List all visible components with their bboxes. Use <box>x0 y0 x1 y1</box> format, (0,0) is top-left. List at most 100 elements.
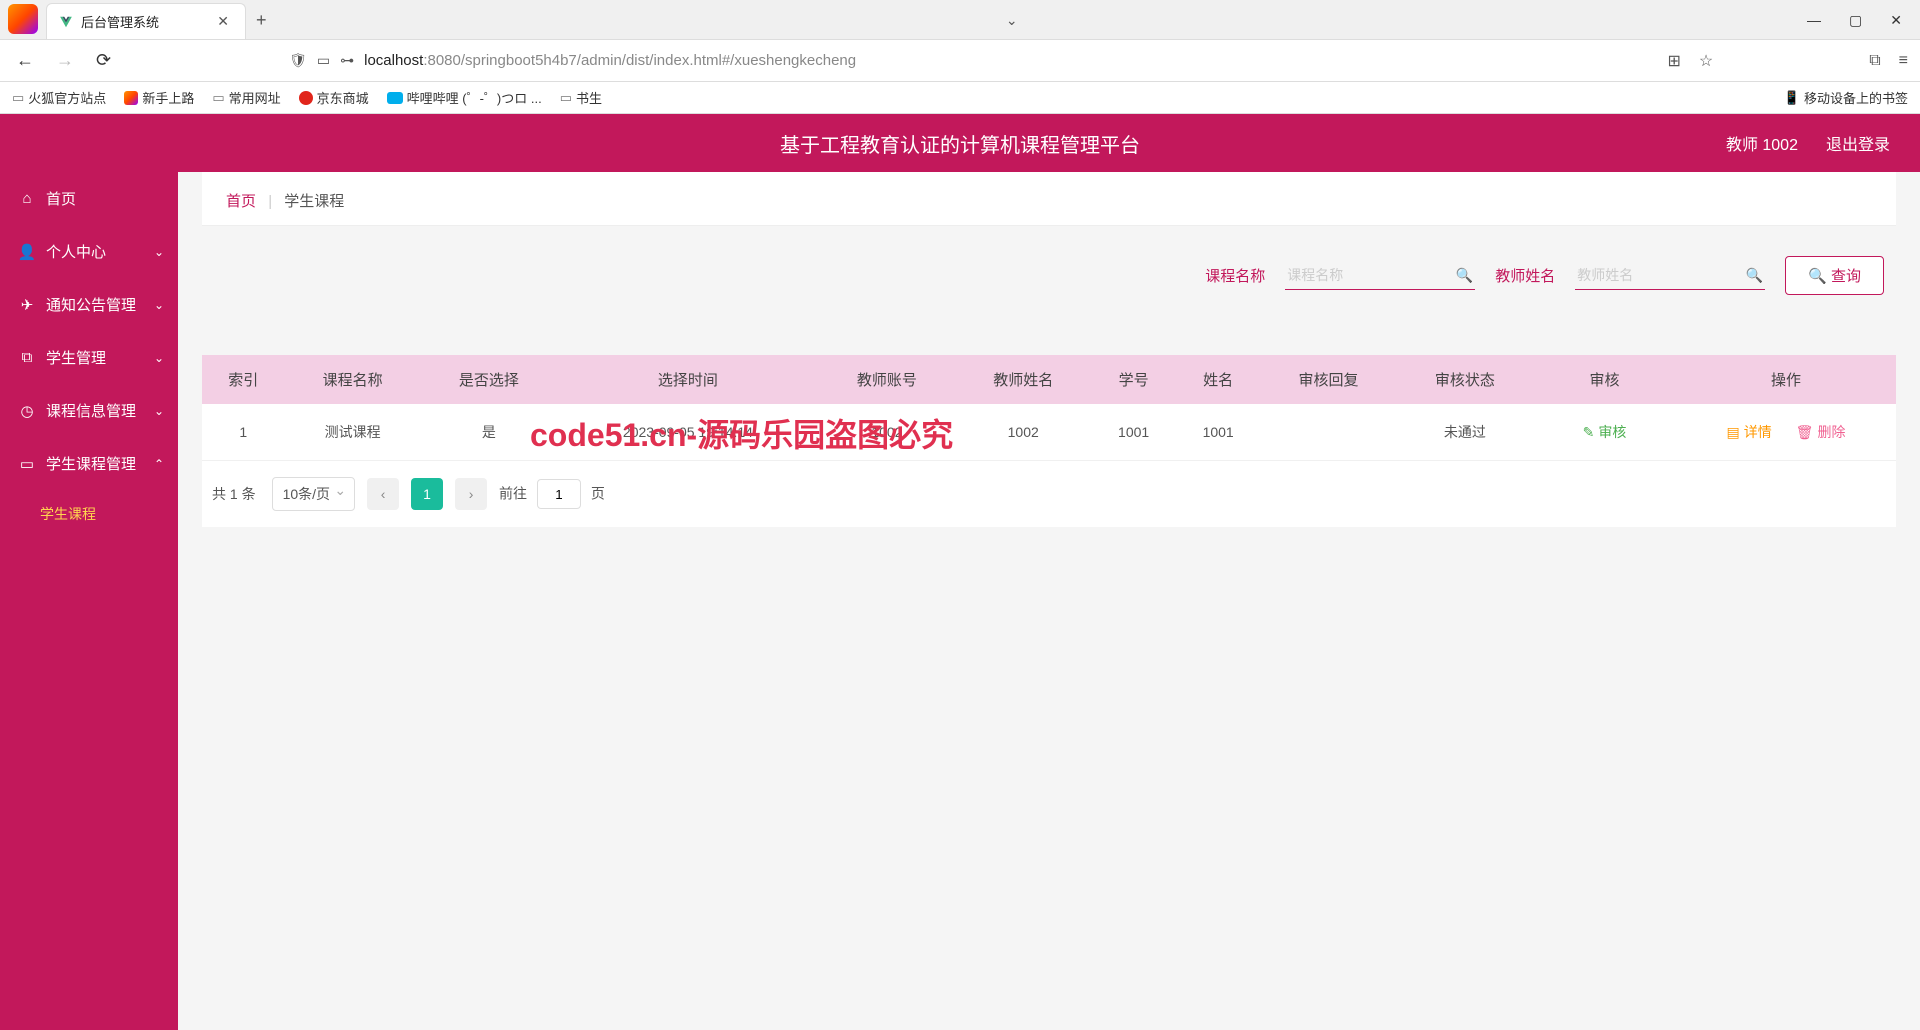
send-icon: ✈ <box>18 296 36 314</box>
sidebar-item-label: 学生课程管理 <box>46 453 136 474</box>
teacher-name-input[interactable] <box>1575 261 1765 289</box>
next-page-button[interactable]: › <box>455 478 487 510</box>
shield-icon: 🛡 <box>289 52 307 69</box>
table-header-row: 索引 课程名称 是否选择 选择时间 教师账号 教师姓名 学号 姓名 审核回复 审… <box>202 355 1896 404</box>
prev-page-button[interactable]: ‹ <box>367 478 399 510</box>
th-teacher-name: 教师姓名 <box>955 355 1091 404</box>
browser-tab[interactable]: 后台管理系统 ✕ <box>46 3 246 39</box>
detail-icon: ▤ <box>1727 424 1740 441</box>
th-course-name: 课程名称 <box>284 355 420 404</box>
site-info-icon: ▭ <box>317 52 330 69</box>
search-icon: 🔍 <box>1808 267 1827 285</box>
bookmark-bilibili[interactable]: 哔哩哔哩 (゜-゜)つロ ... <box>387 88 542 107</box>
filter-label-course: 课程名称 <box>1205 265 1265 286</box>
cell-audit: ✎ 审核 <box>1533 404 1676 461</box>
cell-select-time: 2023-09-05 19:14:14 <box>557 404 819 461</box>
sidebar-item-home[interactable]: ⌂ 首页 <box>0 172 178 225</box>
filter-label-teacher: 教师姓名 <box>1495 265 1555 286</box>
cell-stu-no: 1001 <box>1091 404 1176 461</box>
clock-icon: ◷ <box>18 402 36 420</box>
bookmark-firefox[interactable]: ▭火狐官方站点 <box>12 88 106 107</box>
bookmark-mobile[interactable]: 📱移动设备上的书签 <box>1784 88 1908 107</box>
sidebar-item-label: 学生管理 <box>46 347 106 368</box>
user-icon: 👤 <box>18 243 36 261</box>
address-bar[interactable]: 🛡 ▭ ⊶ localhost:8080/springboot5h4b7/adm… <box>289 52 1653 69</box>
page-number-button[interactable]: 1 <box>411 478 443 510</box>
filter-bar: 课程名称 🔍 教师姓名 🔍 🔍 查询 <box>178 226 1920 315</box>
cell-teacher-name: 1002 <box>955 404 1091 461</box>
minimize-icon[interactable]: — <box>1807 12 1821 29</box>
th-teacher-acct: 教师账号 <box>819 355 955 404</box>
sidebar-item-notice[interactable]: ✈ 通知公告管理 ⌄ <box>0 278 178 331</box>
query-button[interactable]: 🔍 查询 <box>1785 256 1884 295</box>
main-content: 首页 | 学生课程 课程名称 🔍 教师姓名 🔍 🔍 查询 <box>178 172 1920 1030</box>
sidebar-item-student[interactable]: ⧉ 学生管理 ⌄ <box>0 331 178 384</box>
sidebar-item-label: 首页 <box>46 188 76 209</box>
chevron-up-icon: ⌃ <box>154 457 164 471</box>
maximize-icon[interactable]: ▢ <box>1849 12 1862 29</box>
cell-teacher-acct: 1002 <box>819 404 955 461</box>
cell-stu-name: 1001 <box>1176 404 1261 461</box>
chevron-down-icon: ⌄ <box>154 245 164 259</box>
tab-title: 后台管理系统 <box>81 12 213 31</box>
jump-suffix: 页 <box>591 486 605 502</box>
page-jump: 前往 页 <box>499 479 605 509</box>
bookmark-jd[interactable]: 京东商城 <box>299 88 369 107</box>
qr-icon[interactable]: ⊞ <box>1667 51 1680 71</box>
th-audit: 审核 <box>1533 355 1676 404</box>
bookmarks-bar: ▭火狐官方站点 新手上路 ▭常用网址 京东商城 哔哩哔哩 (゜-゜)つロ ...… <box>0 82 1920 114</box>
th-index: 索引 <box>202 355 284 404</box>
audit-link[interactable]: ✎ 审核 <box>1583 422 1627 442</box>
bookmark-shusheng[interactable]: ▭书生 <box>560 88 602 107</box>
th-status: 审核状态 <box>1397 355 1533 404</box>
logout-link[interactable]: 退出登录 <box>1826 131 1890 155</box>
search-icon: 🔍 <box>1456 267 1473 284</box>
bookmark-star-icon[interactable]: ☆ <box>1699 51 1713 71</box>
page-jump-input[interactable] <box>537 479 581 509</box>
extensions-icon[interactable]: ⧉ <box>1869 52 1880 70</box>
url-bar-actions: ⊞ ☆ ⧉ ≡ <box>1667 51 1908 71</box>
bookmark-newbie[interactable]: 新手上路 <box>124 88 194 107</box>
window-controls: — ▢ ✕ <box>1807 12 1920 39</box>
new-tab-button[interactable]: + <box>256 10 267 31</box>
sidebar-item-personal[interactable]: 👤 个人中心 ⌄ <box>0 225 178 278</box>
th-stu-no: 学号 <box>1091 355 1176 404</box>
sidebar-item-student-course[interactable]: ▭ 学生课程管理 ⌃ <box>0 437 178 490</box>
sidebar-item-label: 个人中心 <box>46 241 106 262</box>
back-button[interactable]: ← <box>12 48 38 73</box>
url-text: localhost:8080/springboot5h4b7/admin/dis… <box>364 52 856 69</box>
breadcrumb-home[interactable]: 首页 <box>226 193 256 210</box>
table-row: 1 测试课程 是 2023-09-05 19:14:14 1002 1002 1… <box>202 404 1896 461</box>
reload-button[interactable]: ⟳ <box>92 48 115 73</box>
home-icon: ⌂ <box>18 190 36 207</box>
bookmark-common[interactable]: ▭常用网址 <box>212 88 280 107</box>
breadcrumb: 首页 | 学生课程 <box>202 172 1896 226</box>
chevron-down-icon: ⌄ <box>154 404 164 418</box>
menu-icon[interactable]: ≡ <box>1899 52 1908 70</box>
detail-label: 详情 <box>1744 422 1772 442</box>
tab-close-icon[interactable]: ✕ <box>213 13 233 30</box>
chevron-down-icon: ⌄ <box>154 351 164 365</box>
course-name-input[interactable] <box>1285 261 1475 289</box>
current-user[interactable]: 教师 1002 <box>1726 131 1798 155</box>
app-title: 基于工程教育认证的计算机课程管理平台 <box>780 129 1140 158</box>
sidebar-item-course-info[interactable]: ◷ 课程信息管理 ⌄ <box>0 384 178 437</box>
breadcrumb-current: 学生课程 <box>284 193 344 210</box>
tabs-dropdown-icon[interactable]: ⌄ <box>1006 12 1018 29</box>
close-window-icon[interactable]: ✕ <box>1890 12 1902 29</box>
vue-favicon-icon <box>59 15 73 29</box>
delete-link[interactable]: 🗑 删除 <box>1796 422 1846 442</box>
url-bar: ← → ⟳ 🛡 ▭ ⊶ localhost:8080/springboot5h4… <box>0 40 1920 82</box>
firefox-logo-icon <box>8 4 38 34</box>
detail-link[interactable]: ▤ 详情 <box>1727 422 1772 442</box>
jump-prefix: 前往 <box>499 486 527 502</box>
forward-button[interactable]: → <box>52 48 78 73</box>
page-size-select[interactable]: 10条/页 <box>272 477 355 511</box>
sidebar-item-label: 课程信息管理 <box>46 400 136 421</box>
app-header: 基于工程教育认证的计算机课程管理平台 教师 1002 退出登录 <box>0 114 1920 172</box>
page-total: 共 1 条 <box>212 484 256 504</box>
search-icon: 🔍 <box>1746 267 1763 284</box>
sidebar-sub-student-course[interactable]: 学生课程 <box>0 490 178 538</box>
delete-label: 删除 <box>1817 422 1845 442</box>
sidebar-item-label: 通知公告管理 <box>46 294 136 315</box>
